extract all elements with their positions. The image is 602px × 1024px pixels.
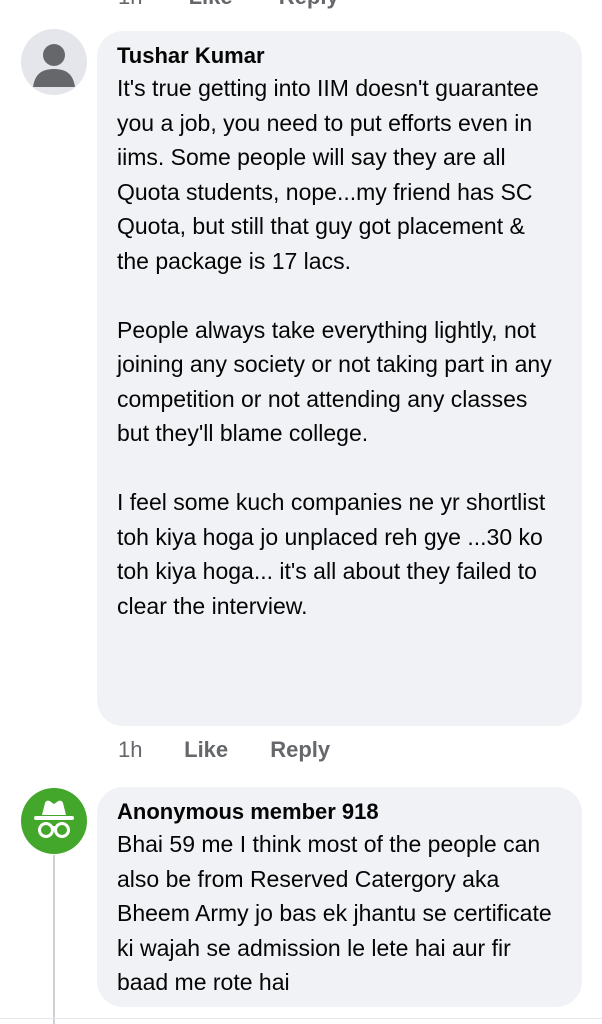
comment-timestamp: 1h — [118, 737, 143, 762]
default-user-avatar-icon[interactable] — [21, 29, 87, 95]
comment-author[interactable]: Tushar Kumar — [117, 43, 562, 69]
previous-comment-timestamp: 1h — [118, 0, 142, 9]
previous-comment-like-button[interactable]: Like — [189, 0, 233, 9]
comment-author[interactable]: Anonymous member 918 — [117, 799, 562, 825]
comment-text: It's true getting into IIM doesn't guara… — [117, 71, 562, 623]
comment-bubble: Tushar Kumar It's true getting into IIM … — [97, 31, 582, 726]
thread-connector-line — [53, 855, 55, 1024]
previous-comment-reply-button[interactable]: Reply — [279, 0, 339, 9]
divider — [0, 1018, 602, 1019]
previous-comment-actions: 1h Like Reply — [118, 0, 379, 9]
comment-paragraph: Bhai 59 me I think most of the people ca… — [117, 831, 552, 995]
reply-button[interactable]: Reply — [270, 737, 330, 763]
comment-paragraph: I feel some kuch companies ne yr shortli… — [117, 489, 546, 619]
comment-bubble: Anonymous member 918 Bhai 59 me I think … — [97, 787, 582, 1007]
comment-paragraph: People always take everything lightly, n… — [117, 316, 552, 447]
like-button[interactable]: Like — [184, 737, 264, 763]
comment-actions: 1h Like Reply — [118, 737, 330, 769]
comment-paragraph: It's true getting into IIM doesn't guara… — [117, 75, 539, 274]
comment-text: Bhai 59 me I think most of the people ca… — [117, 827, 562, 1000]
anonymous-spy-avatar-icon[interactable] — [21, 788, 87, 854]
